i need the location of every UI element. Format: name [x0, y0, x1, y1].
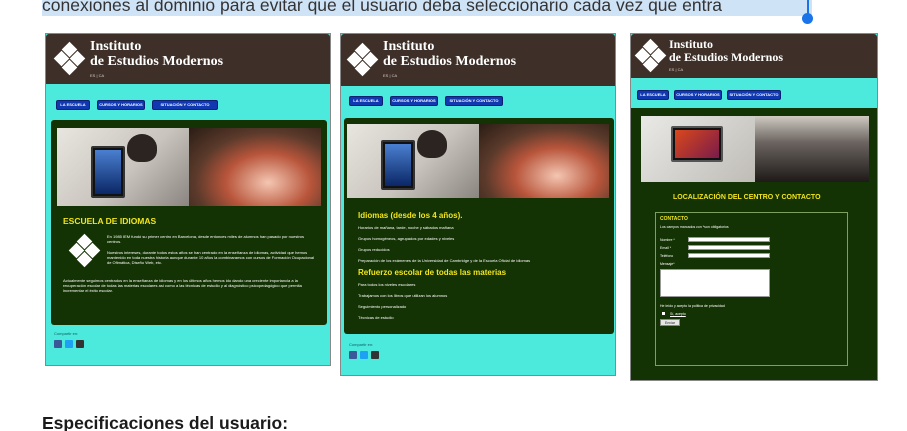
specs-heading: Especificaciones del usuario:	[42, 413, 289, 431]
message-textarea[interactable]	[660, 269, 770, 297]
main-content-panel: LOCALIZACIÓN DEL CENTRO Y CONTACTO CONTA…	[631, 108, 877, 380]
nav-cursos-button[interactable]: CURSOS Y HORARIOS	[674, 90, 722, 100]
page-title: LOCALIZACIÓN DEL CENTRO Y CONTACTO	[673, 194, 821, 201]
nav-bar: LA ESCUELA CURSOS Y HORARIOS SITUACIÓN Y…	[341, 86, 615, 122]
brand-name: Instituto de Estudios Modernos	[90, 39, 224, 69]
nav-bar: LA ESCUELA CURSOS Y HORARIOS SITUACIÓN Y…	[46, 84, 330, 122]
intro-paragraph-2: Nuestros intereses, durante todos estos …	[107, 250, 315, 265]
email-label: Email *	[660, 246, 672, 250]
selection-handle-icon[interactable]	[802, 13, 813, 24]
laptop-ubuntu-image	[641, 116, 755, 182]
nav-cursos-button[interactable]: CURSOS Y HORARIOS	[390, 96, 438, 106]
privacy-label: He leído y acepto la política de privaci…	[660, 304, 725, 308]
name-field[interactable]	[688, 237, 770, 242]
accept-label: Sí, acepto	[670, 312, 686, 316]
google-plus-icon[interactable]	[76, 340, 84, 348]
facebook-icon[interactable]	[349, 351, 357, 359]
nav-escuela-button[interactable]: LA ESCUELA	[349, 96, 383, 106]
section-title-tutoring: Refuerzo escolar de todas las materias	[358, 268, 507, 277]
brand-name: Instituto de Estudios Modernos	[669, 37, 784, 64]
google-plus-icon[interactable]	[371, 351, 379, 359]
twitter-icon[interactable]	[360, 351, 368, 359]
website-screenshot-contact: Instituto de Estudios Modernos ES | CA L…	[630, 33, 878, 381]
contact-title: CONTACTO	[660, 216, 688, 222]
diamond-logo-icon	[346, 42, 379, 77]
phone-field[interactable]	[688, 253, 770, 258]
nav-cursos-button[interactable]: CURSOS Y HORARIOS	[97, 100, 145, 110]
course-line: Técnicas de estudio	[358, 315, 394, 320]
diamond-logo-icon	[53, 41, 86, 76]
site-header: Instituto de Estudios Modernos ES | CA	[631, 34, 877, 78]
nav-contacto-button[interactable]: SITUACIÓN Y CONTACTO	[727, 90, 781, 100]
intro-paragraph-3: Actualmente seguimos centrados en la ens…	[63, 278, 302, 293]
course-line: Seguimiento personalizado	[358, 304, 407, 309]
main-content-panel: Idiomas (desde los 4 años). Horarios de …	[344, 118, 614, 334]
facebook-icon[interactable]	[54, 340, 62, 348]
name-label: Nombre *	[660, 238, 675, 242]
course-line: Horarios de mañana, tarde, noche y sábad…	[358, 225, 454, 230]
selected-text-line[interactable]: conexiones al dominio para evitar que el…	[42, 0, 812, 16]
page-title: ESCUELA DE IDIOMAS	[63, 216, 157, 226]
diamond-logo-icon	[634, 38, 667, 73]
student-tablet-image	[347, 124, 479, 198]
course-line: Grupos reducidos	[358, 247, 390, 252]
phone-label: Teléfono	[660, 254, 674, 258]
send-button[interactable]: Enviar	[660, 319, 680, 326]
nav-contacto-button[interactable]: SITUACIÓN Y CONTACTO	[152, 100, 218, 110]
section-title-languages: Idiomas (desde los 4 años).	[358, 211, 463, 220]
course-line: Grupos homogéneos, agrupados por edades …	[358, 236, 455, 241]
brand-name: Instituto de Estudios Modernos	[383, 39, 517, 69]
message-label: Mensaje*	[660, 262, 675, 266]
language-switch[interactable]: ES | CA	[90, 73, 104, 78]
course-line: Para todos los niveles escolares	[358, 282, 416, 287]
intro-paragraph-1: En 1985 IEM fundó su primer centro en Ba…	[107, 234, 305, 244]
twitter-icon[interactable]	[65, 340, 73, 348]
turntable-image	[479, 124, 609, 198]
course-line: Preparación de los exámenes de la Univer…	[358, 258, 531, 263]
email-field[interactable]	[688, 245, 770, 250]
nav-contacto-button[interactable]: SITUACIÓN Y CONTACTO	[445, 96, 503, 106]
privacy-checkbox[interactable]	[662, 312, 665, 315]
diamond-logo-icon	[68, 233, 101, 268]
site-header: Instituto de Estudios Modernos ES | CA	[46, 34, 330, 84]
student-tablet-image	[57, 128, 189, 206]
nav-bar: LA ESCUELA CURSOS Y HORARIOS SITUACIÓN Y…	[631, 78, 877, 110]
website-screenshot-home: Instituto de Estudios Modernos ES | CA L…	[45, 33, 331, 366]
nav-escuela-button[interactable]: LA ESCUELA	[637, 90, 669, 100]
nav-escuela-button[interactable]: LA ESCUELA	[56, 100, 90, 110]
contact-form: CONTACTO Los campos marcados con *son ob…	[655, 212, 848, 366]
site-header: Instituto de Estudios Modernos ES | CA	[341, 34, 615, 86]
mixer-image	[755, 116, 869, 182]
required-note: Los campos marcados con *son obligatorio…	[660, 225, 729, 229]
main-content-panel: ESCUELA DE IDIOMAS En 1985 IEM fundó su …	[51, 120, 327, 325]
language-switch[interactable]: ES | CA	[669, 67, 683, 72]
turntable-image	[189, 128, 321, 206]
language-switch[interactable]: ES | CA	[383, 73, 397, 78]
share-label: Compartir en:	[54, 331, 79, 336]
course-line: Trabajamos con los libros que utilizan l…	[358, 293, 448, 298]
website-screenshot-courses: Instituto de Estudios Modernos ES | CA L…	[340, 33, 616, 376]
share-label: Compartir en:	[349, 342, 374, 347]
